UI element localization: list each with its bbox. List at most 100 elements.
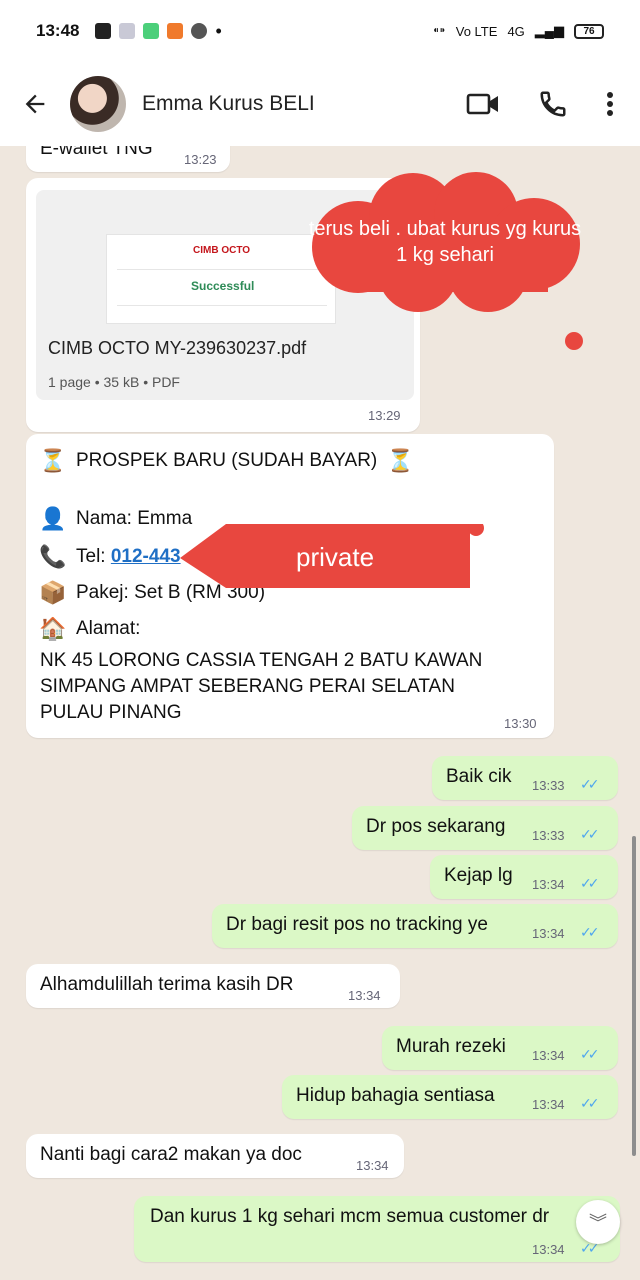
message-bubble-incoming[interactable]: Alhamdulillah terima kasih DR 13:34 (26, 964, 400, 1008)
message-text: Nanti bagi cara2 makan ya doc (40, 1144, 302, 1165)
message-text: Baik cik (446, 766, 512, 787)
message-time: 13:34 (532, 877, 565, 892)
divider (117, 305, 327, 306)
message-text: Dr bagi resit pos no tracking ye (226, 914, 488, 935)
address-line: PULAU PINANG (40, 702, 181, 724)
telephone-icon: 📞 (39, 544, 67, 569)
status-right: ⁌⁍ Vo LTE 4G ▂▄▆ 76 (433, 23, 604, 39)
more-notifications-dot-icon: • (215, 20, 222, 41)
message-time: 13:34 (532, 926, 565, 941)
message-text: E-wallet TNG (40, 146, 153, 159)
message-time: 13:23 (184, 152, 217, 167)
volte-label: Vo LTE (455, 23, 498, 39)
message-text: Dan kurus 1 kg sehari mcm semua customer… (150, 1206, 550, 1227)
voice-call-button[interactable] (538, 89, 568, 119)
notification-icons: • (95, 20, 222, 42)
battery-level: 76 (583, 25, 595, 37)
status-time: 13:48 (36, 21, 80, 40)
back-button[interactable] (0, 62, 70, 146)
video-call-button[interactable] (466, 91, 500, 117)
hourglass-icon: ⏳ (39, 448, 67, 473)
phone-number-link[interactable]: 012-443 (111, 546, 181, 567)
message-bubble-outgoing[interactable]: Dr pos sekarang 13:33 ✓✓ (352, 806, 618, 850)
message-time: 13:34 (532, 1097, 565, 1112)
kebab-menu-icon (607, 92, 613, 116)
prospect-address-label: Alamat: (76, 618, 141, 639)
doc-status: Successful (191, 279, 255, 293)
package-icon: 📦 (39, 580, 67, 605)
prospect-name: Nama: Emma (76, 508, 193, 529)
message-text: Alhamdulillah terima kasih DR (40, 974, 294, 995)
message-bubble-outgoing[interactable]: Dr bagi resit pos no tracking ye 13:34 ✓… (212, 904, 618, 948)
prospect-title: PROSPEK BARU (SUDAH BAYAR) (76, 450, 378, 471)
chat-area[interactable]: E-wallet TNG 13:23 CIMB OCTO Successful … (0, 146, 640, 1280)
app-link-icon (191, 23, 208, 39)
read-ticks-icon: ✓✓ (580, 924, 600, 940)
annotation-cloud: terus beli . ubat kurus yg kurus 1 kg se… (308, 172, 582, 312)
message-bubble-outgoing[interactable]: Dan kurus 1 kg sehari mcm semua customer… (134, 1196, 620, 1262)
address-line: SIMPANG AMPAT SEBERANG PERAI SELATAN (40, 676, 455, 698)
message-bubble-outgoing[interactable]: Murah rezeki 13:34 ✓✓ (382, 1026, 618, 1070)
contact-name[interactable]: Emma Kurus BELI (142, 92, 466, 116)
app-green-icon (143, 23, 160, 39)
scroll-to-bottom-button[interactable]: ︾ (576, 1200, 620, 1244)
scrollbar[interactable] (632, 836, 636, 1156)
divider (117, 269, 327, 270)
message-bubble-incoming[interactable]: Nanti bagi cara2 makan ya doc 13:34 (26, 1134, 404, 1178)
header-actions (466, 89, 614, 119)
message-time: 13:34 (532, 1242, 565, 1257)
hourglass-icon: ⏳ (386, 448, 414, 473)
message-text: Hidup bahagia sentiasa (296, 1085, 495, 1106)
chat-header: Emma Kurus BELI (0, 62, 640, 146)
prospect-title-row: ⏳ PROSPEK BARU (SUDAH BAYAR) ⏳ (39, 448, 414, 474)
address-line-3: PULAU PINANG (40, 702, 182, 723)
read-ticks-icon: ✓✓ (580, 875, 600, 891)
redaction-tag: private (180, 520, 484, 588)
message-bubble-outgoing[interactable]: Hidup bahagia sentiasa 13:34 ✓✓ (282, 1075, 618, 1119)
phone-icon (540, 91, 566, 117)
battery-indicator: 76 (574, 23, 604, 39)
person-icon: 👤 (39, 506, 67, 531)
private-label: private (296, 542, 375, 572)
status-bar: 13:48 • ⁌⁍ Vo LTE 4G ▂▄▆ 76 (0, 0, 640, 62)
document-meta: 1 page • 35 kB • PDF (48, 374, 180, 390)
hotspot-icon: ⁌⁍ (432, 23, 446, 38)
more-options-button[interactable] (606, 91, 614, 117)
tiktok-icon (119, 23, 136, 39)
read-ticks-icon: ✓✓ (580, 826, 600, 842)
house-icon: 🏠 (39, 616, 67, 641)
double-chevron-down-icon: ︾ (589, 1213, 607, 1233)
prospect-name-row: 👤 Nama: Emma (39, 506, 193, 532)
prospect-tel-row: 📞 Tel: 012-443 (39, 544, 181, 570)
message-text: Murah rezeki (396, 1036, 506, 1057)
address-line: NK 45 LORONG CASSIA TENGAH 2 BATU KAWAN (40, 650, 482, 672)
read-ticks-icon: ✓✓ (580, 776, 600, 792)
back-arrow-icon (25, 94, 45, 114)
message-time: 13:29 (368, 408, 401, 423)
message-time: 13:30 (504, 716, 537, 731)
message-time: 13:33 (532, 828, 565, 843)
avatar[interactable] (70, 76, 126, 132)
signal-label: 4G (507, 23, 525, 39)
read-ticks-icon: ✓✓ (580, 1095, 600, 1111)
document-file-name: CIMB OCTO MY-239630237.pdf (48, 338, 307, 358)
signal-bars-icon: ▂▄▆ (534, 23, 564, 38)
facebook-icon (95, 23, 112, 39)
read-ticks-icon: ✓✓ (580, 1046, 600, 1062)
annotation-cloud-text: terus beli . ubat kurus yg kurus 1 kg se… (308, 218, 582, 266)
message-text: Kejap lg (444, 865, 513, 886)
app-orange-icon (167, 23, 184, 39)
address-line-2: SIMPANG AMPAT SEBERANG PERAI SELATAN (40, 676, 455, 697)
doc-bank-logo: CIMB OCTO (193, 245, 251, 256)
message-bubble-incoming[interactable]: E-wallet TNG 13:23 (26, 146, 230, 172)
message-time: 13:34 (348, 988, 381, 1003)
message-bubble-outgoing[interactable]: Baik cik 13:33 ✓✓ (432, 756, 618, 800)
address-line-1: NK 45 LORONG CASSIA TENGAH 2 BATU KAWAN (40, 650, 483, 671)
message-time: 13:34 (532, 1048, 565, 1063)
message-bubble-outgoing[interactable]: Kejap lg 13:34 ✓✓ (430, 855, 618, 899)
message-text: Dr pos sekarang (366, 816, 506, 837)
pdf-thumbnail: CIMB OCTO Successful (106, 234, 336, 324)
tel-label: Tel: (76, 546, 111, 567)
prospect-address-label-row: 🏠 Alamat: (39, 616, 141, 642)
video-camera-icon (466, 93, 498, 115)
